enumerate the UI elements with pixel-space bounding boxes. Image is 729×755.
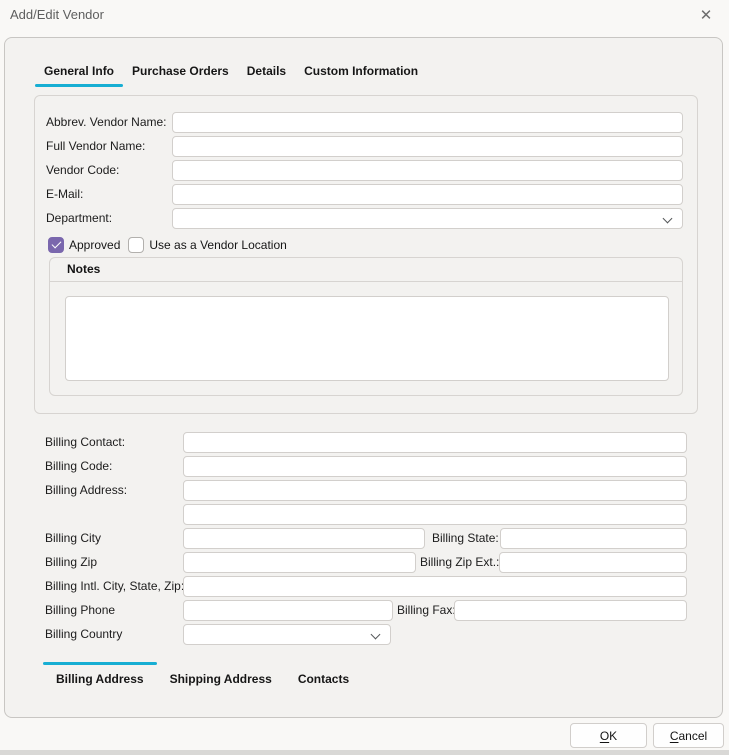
billing-address-label: Billing Address: — [45, 480, 127, 501]
billing-code-input[interactable] — [183, 456, 687, 477]
full-vendor-name-label: Full Vendor Name: — [46, 136, 145, 157]
tab-purchase-orders[interactable]: Purchase Orders — [123, 62, 238, 87]
vendor-code-input[interactable] — [172, 160, 683, 181]
billing-phone-label: Billing Phone — [45, 600, 115, 621]
general-info-group: Abbrev. Vendor Name: Full Vendor Name: V… — [34, 95, 698, 414]
billing-country-label: Billing Country — [45, 624, 122, 645]
billing-zip-ext-input[interactable] — [499, 552, 687, 573]
vendor-code-label: Vendor Code: — [46, 160, 119, 181]
billing-intl-row: Billing Intl. City, State, Zip: — [5, 576, 724, 597]
billing-country-row: Billing Country — [5, 624, 724, 645]
approved-checkbox[interactable] — [48, 237, 64, 253]
billing-city-label: Billing City — [45, 528, 101, 549]
billing-code-label: Billing Code: — [45, 456, 112, 477]
tab-details[interactable]: Details — [238, 62, 295, 87]
billing-fax-input[interactable] — [454, 600, 687, 621]
email-input[interactable] — [172, 184, 683, 205]
window-bottom-edge — [0, 750, 729, 755]
add-edit-vendor-dialog: Add/Edit Vendor ✕ General Info Purchase … — [0, 0, 729, 755]
billing-address-line2-input[interactable] — [183, 504, 687, 525]
billing-contact-label: Billing Contact: — [45, 432, 125, 453]
checkbox-row: Approved Use as a Vendor Location — [48, 236, 295, 253]
vendor-location-checkbox[interactable] — [128, 237, 144, 253]
billing-state-label: Billing State: — [432, 528, 499, 549]
cancel-button[interactable]: Cancel — [653, 723, 724, 748]
billing-address-line1-input[interactable] — [183, 480, 687, 501]
top-tab-strip: General Info Purchase Orders Details Cus… — [35, 62, 427, 87]
billing-zip-input[interactable] — [183, 552, 416, 573]
billing-intl-input[interactable] — [183, 576, 687, 597]
department-select[interactable] — [172, 208, 683, 229]
billing-city-input[interactable] — [183, 528, 425, 549]
tab-shipping-address[interactable]: Shipping Address — [157, 662, 285, 688]
billing-address-row: Billing Address: — [5, 480, 724, 501]
billing-contact-row: Billing Contact: — [5, 432, 724, 453]
billing-intl-label: Billing Intl. City, State, Zip: — [45, 576, 184, 597]
billing-city-state-row: Billing City Billing State: — [5, 528, 724, 549]
dialog-body-panel: General Info Purchase Orders Details Cus… — [4, 37, 723, 718]
billing-zip-row: Billing Zip Billing Zip Ext.: — [5, 552, 724, 573]
billing-fax-label: Billing Fax: — [397, 600, 456, 621]
notes-textarea[interactable] — [65, 296, 669, 381]
billing-state-input[interactable] — [500, 528, 687, 549]
billing-phone-fax-row: Billing Phone Billing Fax: — [5, 600, 724, 621]
abbrev-vendor-name-label: Abbrev. Vendor Name: — [46, 112, 167, 133]
billing-address2-row — [5, 504, 724, 525]
full-vendor-name-input[interactable] — [172, 136, 683, 157]
ok-button[interactable]: OK — [570, 723, 647, 748]
tab-general-info[interactable]: General Info — [35, 62, 123, 87]
email-label: E-Mail: — [46, 184, 83, 205]
vendor-location-checkbox-label: Use as a Vendor Location — [149, 238, 286, 252]
billing-phone-input[interactable] — [183, 600, 393, 621]
notes-group-title: Notes — [50, 258, 682, 282]
tab-custom-information[interactable]: Custom Information — [295, 62, 427, 87]
tab-billing-address[interactable]: Billing Address — [43, 662, 157, 688]
abbrev-vendor-name-input[interactable] — [172, 112, 683, 133]
billing-code-row: Billing Code: — [5, 456, 724, 477]
tab-contacts[interactable]: Contacts — [285, 662, 362, 688]
close-icon[interactable]: ✕ — [690, 2, 722, 30]
notes-group: Notes — [49, 257, 683, 396]
billing-zip-ext-label: Billing Zip Ext.: — [420, 552, 499, 573]
chevron-down-icon — [663, 214, 673, 224]
department-label: Department: — [46, 208, 112, 229]
billing-country-select[interactable] — [183, 624, 391, 645]
chevron-down-icon — [371, 630, 381, 640]
billing-contact-input[interactable] — [183, 432, 687, 453]
bottom-tab-strip: Billing Address Shipping Address Contact… — [43, 662, 362, 688]
billing-zip-label: Billing Zip — [45, 552, 97, 573]
dialog-title: Add/Edit Vendor — [10, 7, 104, 22]
approved-checkbox-label: Approved — [69, 238, 120, 252]
